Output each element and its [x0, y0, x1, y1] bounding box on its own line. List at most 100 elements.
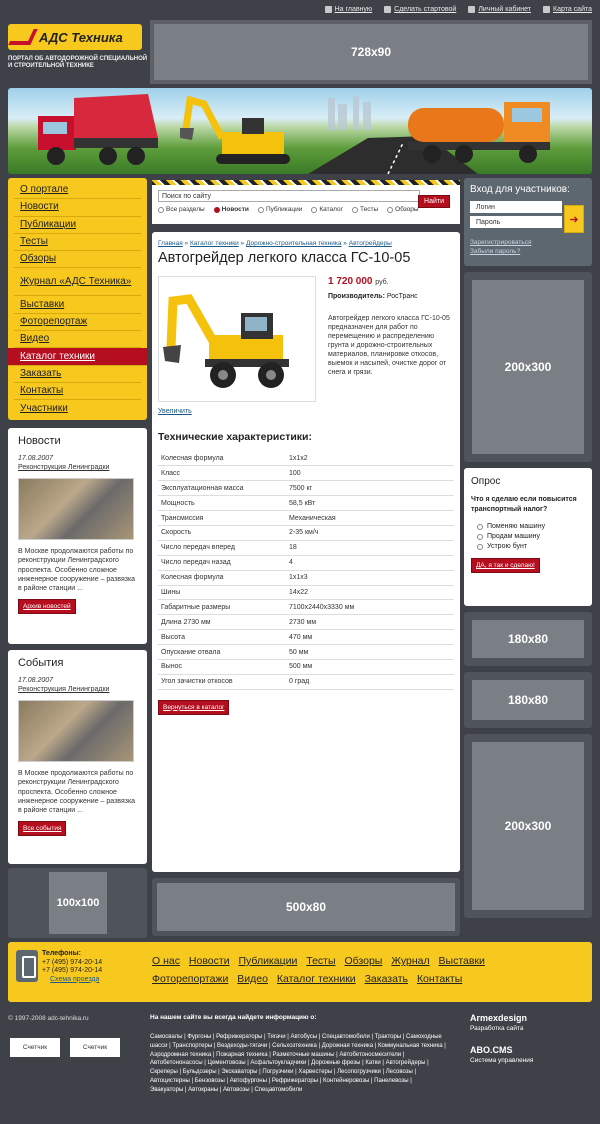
- footer-link[interactable]: Обзоры: [344, 955, 382, 967]
- register-link[interactable]: Зарегистрироваться: [470, 238, 586, 247]
- spec-row: Высота 470 мм: [158, 629, 454, 646]
- poll-option[interactable]: Поменяю машину: [471, 523, 585, 530]
- scope-all[interactable]: Все разделы: [158, 206, 205, 213]
- nav-item-order[interactable]: Заказать: [14, 366, 141, 383]
- nav-item-exhibitions[interactable]: Выставки: [14, 296, 141, 314]
- product-summary: 1 720 000 руб. Производитель: РосТранс А…: [158, 276, 454, 402]
- scope-publications[interactable]: Публикации: [257, 206, 302, 213]
- sitemap-link[interactable]: Карта сайта: [543, 6, 592, 13]
- zoom-link[interactable]: Увеличить: [158, 408, 454, 415]
- footer-link[interactable]: Выставки: [439, 955, 485, 967]
- search-panel: Поиск по сайту Найти Все разделы Новости…: [152, 180, 460, 224]
- footer-link[interactable]: Публикации: [238, 955, 297, 967]
- nav-item-journal[interactable]: Журнал «АДС Техника»: [14, 268, 141, 297]
- spec-value: 18: [286, 540, 454, 556]
- events-link[interactable]: Реконструкция Ленинградки: [18, 686, 109, 693]
- spec-name: Число передач назад: [158, 555, 286, 571]
- back-to-catalog-button[interactable]: Вернуться в каталог: [158, 699, 230, 715]
- make-start-link[interactable]: Сделать стартовой: [384, 6, 456, 13]
- banner-500-placeholder[interactable]: 500x80: [157, 883, 455, 931]
- scope-catalog[interactable]: Каталог: [311, 206, 343, 213]
- news-link[interactable]: Реконструкция Ленинградки: [18, 464, 109, 471]
- nav-item-video[interactable]: Видео: [14, 331, 141, 349]
- login-enter-button[interactable]: ➜: [564, 205, 584, 233]
- spec-value: 2730 мм: [286, 614, 454, 631]
- nav-item-about[interactable]: О портале: [14, 182, 141, 200]
- crumb-road[interactable]: Дорожно-строительная техника: [246, 240, 342, 247]
- search-input[interactable]: Поиск по сайту: [158, 190, 420, 202]
- banner-180x80-b-box: 180x80: [464, 672, 592, 728]
- footer-link[interactable]: Журнал: [391, 955, 429, 967]
- nav-item-news[interactable]: Новости: [14, 199, 141, 217]
- nav-item-publications[interactable]: Публикации: [14, 217, 141, 234]
- scope-reviews[interactable]: Обзоры: [387, 206, 419, 213]
- categories-links[interactable]: Самосвалы | Фургоны | Рефрижераторы | Тя…: [150, 1033, 446, 1095]
- nav-item-reviews[interactable]: Обзоры: [14, 251, 141, 269]
- banner-180x80-a[interactable]: 180x80: [472, 620, 584, 658]
- counter-2[interactable]: Счетчик: [70, 1038, 120, 1057]
- footer-link[interactable]: Тесты: [306, 955, 335, 967]
- nav-item-tests[interactable]: Тесты: [14, 234, 141, 252]
- map-link[interactable]: Схема проезда: [50, 976, 99, 983]
- counter-1[interactable]: Счетчик: [10, 1038, 60, 1057]
- cabinet-link[interactable]: Личный кабинет: [468, 6, 531, 13]
- events-box: События 17.08.2007 Реконструкция Ленингр…: [8, 650, 147, 864]
- scope-tests[interactable]: Тесты: [352, 206, 378, 213]
- crumb-home[interactable]: Главная: [158, 240, 183, 247]
- crumb-graders[interactable]: Автогрейдеры: [349, 240, 392, 247]
- spec-value: 7100х2440х3330 мм: [286, 599, 454, 616]
- footer-bar: Телефоны: +7 (495) 974-20-14 +7 (495) 97…: [8, 942, 592, 1002]
- poll-submit-button[interactable]: ДА, я так и сделаю!: [471, 558, 540, 573]
- news-thumbnail[interactable]: [18, 478, 134, 541]
- poll-title: Опрос: [471, 476, 501, 487]
- footer-link[interactable]: Видео: [237, 973, 268, 985]
- spec-row: Колесная формула 1х1х3: [158, 570, 454, 586]
- spec-row: Мощность 58,5 кВт: [158, 495, 454, 512]
- abo-credit[interactable]: ABO.CMS Система управления: [470, 1045, 533, 1064]
- poll-option[interactable]: Устрою бунт: [471, 543, 585, 550]
- spec-value: 50 мм: [286, 644, 454, 660]
- scope-news[interactable]: Новости: [213, 206, 249, 213]
- poll-question: Что я сделаю если повысится транспортный…: [471, 496, 577, 513]
- radio-icon: [477, 523, 483, 530]
- banner-180x80-b[interactable]: 180x80: [472, 680, 584, 720]
- poll-option[interactable]: Продам машину: [471, 533, 585, 540]
- compass-icon: [384, 6, 392, 13]
- spec-row: Число передач вперед 18: [158, 540, 454, 556]
- spec-name: Высота: [158, 629, 286, 646]
- nav-item-contacts[interactable]: Контакты: [14, 383, 141, 401]
- forgot-password-link[interactable]: Забыли пароль?: [470, 247, 586, 256]
- banner-200x300-top[interactable]: 200x300: [472, 280, 584, 454]
- radio-icon: [257, 206, 264, 213]
- footer-link[interactable]: Фоторепортажи: [152, 973, 228, 985]
- events-thumbnail[interactable]: [18, 700, 134, 763]
- banner-100-placeholder[interactable]: 100x100: [49, 872, 107, 934]
- banner-200x300-bottom[interactable]: 200x300: [472, 742, 584, 910]
- top-banner-placeholder[interactable]: 728x90: [150, 20, 592, 84]
- footer-link[interactable]: Каталог техники: [277, 973, 356, 985]
- product-image[interactable]: [158, 276, 316, 402]
- spec-row: Угол зачистки откосов 0 град: [158, 674, 454, 690]
- spec-row: Шины 14х22: [158, 585, 454, 601]
- password-field[interactable]: Пароль: [470, 216, 562, 228]
- nav-item-catalog[interactable]: Каталог техники: [8, 348, 147, 366]
- spec-value: 14х22: [286, 585, 454, 601]
- manufacturer: Производитель: РосТранс: [328, 293, 418, 300]
- spec-name: Эксплуатационная масса: [158, 480, 286, 497]
- footer-link[interactable]: Заказать: [365, 973, 408, 985]
- home-link[interactable]: На главную: [324, 6, 372, 13]
- news-archive-button[interactable]: Архив новостей: [18, 599, 76, 615]
- footer-link[interactable]: О нас: [152, 955, 180, 967]
- nav-item-members[interactable]: Участники: [14, 400, 141, 417]
- hero-image: [8, 88, 592, 174]
- footer-link[interactable]: Новости: [189, 955, 230, 967]
- login-field[interactable]: Логин: [470, 201, 562, 213]
- crumb-catalog[interactable]: Каталог техники: [190, 240, 239, 247]
- spec-name: Трансмиссия: [158, 510, 286, 526]
- nav-item-photo[interactable]: Фоторепортаж: [14, 314, 141, 332]
- events-all-button[interactable]: Все события: [18, 821, 67, 837]
- site-logo[interactable]: АДС Техника: [8, 24, 142, 50]
- search-button[interactable]: Найти: [418, 195, 450, 208]
- footer-link[interactable]: Контакты: [417, 973, 462, 985]
- armex-credit[interactable]: Armexdesign Разработка сайта: [470, 1013, 527, 1032]
